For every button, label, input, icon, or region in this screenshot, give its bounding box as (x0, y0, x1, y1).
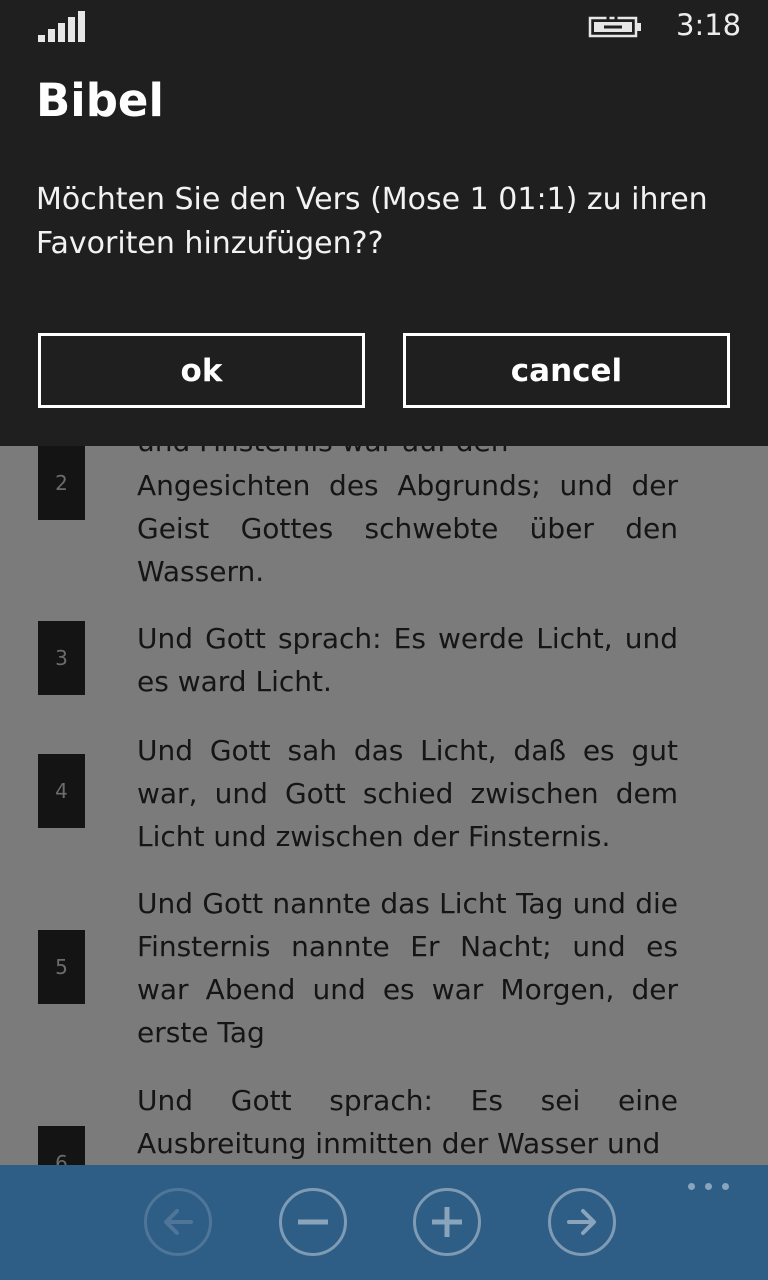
verse-text: Und Gott nannte das Licht Tag und die Fi… (137, 887, 678, 1049)
app-bar (0, 1165, 768, 1280)
back-arrow-icon (164, 1209, 193, 1235)
back-button[interactable] (144, 1188, 212, 1256)
cancel-button[interactable]: cancel (403, 333, 730, 408)
dialog-message: Möchten Sie den Vers (Mose 1 01:1) zu ih… (36, 182, 708, 261)
favorite-dialog: 3:18 Bibel Möchten Sie den Vers (Mose 1 … (0, 0, 768, 446)
forward-arrow-icon (567, 1209, 596, 1235)
status-bar: 3:18 (0, 0, 768, 56)
verse-text: Angesichten des Abgrunds; und der Geist … (137, 469, 678, 588)
minus-icon (298, 1219, 328, 1225)
plus-icon (432, 1207, 462, 1237)
clock: 3:18 (676, 8, 742, 42)
signal-strength-icon (38, 10, 88, 42)
verse-number[interactable]: 5 (38, 930, 85, 1004)
battery-charging-icon (588, 16, 641, 38)
verse-number[interactable]: 4 (38, 754, 85, 828)
verse-text: Und Gott sprach: Es sei eine Ausbreitung… (137, 1084, 678, 1160)
ok-button[interactable]: ok (38, 333, 365, 408)
ellipsis-icon[interactable] (688, 1183, 732, 1195)
verse-number[interactable]: 3 (38, 621, 85, 695)
verse-number[interactable]: 2 (38, 446, 85, 520)
verse-number[interactable]: 6 (38, 1126, 85, 1165)
forward-button[interactable] (548, 1188, 616, 1256)
zoom-in-button[interactable] (413, 1188, 481, 1256)
zoom-out-button[interactable] (279, 1188, 347, 1256)
verse-text: Und Gott sah das Licht, daß es gut war, … (137, 734, 678, 853)
dialog-title: Bibel (36, 74, 164, 127)
verse-text: Und Gott sprach: Es werde Licht, und es … (137, 622, 678, 698)
